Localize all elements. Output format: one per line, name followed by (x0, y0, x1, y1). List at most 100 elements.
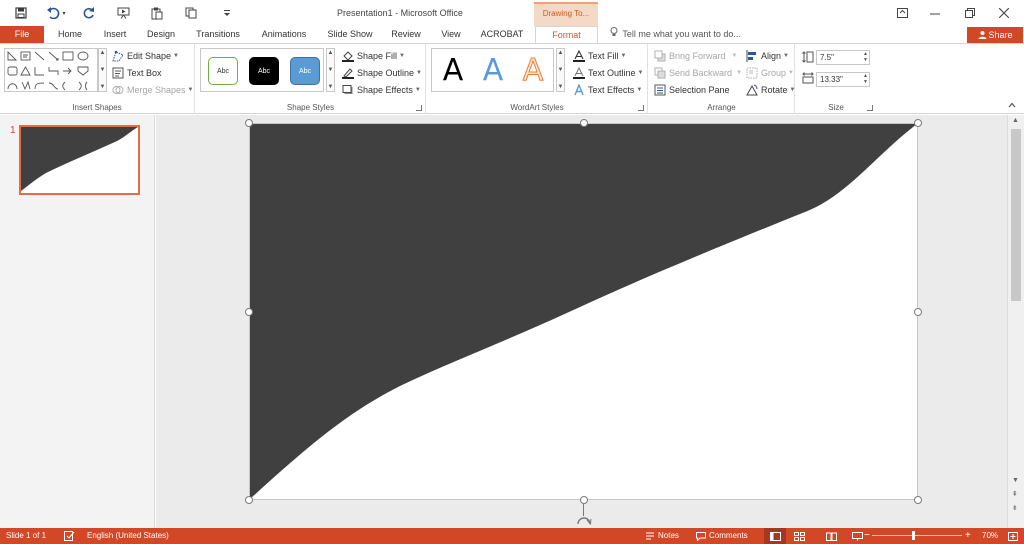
wordart-style-black[interactable]: A (436, 53, 470, 89)
shape-style-blue[interactable]: Abc (290, 57, 320, 85)
wordart-gallery-scroll[interactable]: ▲ ▼ ▼ (556, 48, 565, 92)
selection-handle-bottom-left[interactable] (245, 496, 253, 504)
tab-review[interactable]: Review (386, 26, 426, 43)
vertical-scrollbar[interactable]: ▲ ▼ ⇞ ⇟ (1007, 115, 1024, 528)
tab-file[interactable]: File (0, 26, 44, 43)
wordart-gallery[interactable]: A A A (431, 48, 554, 92)
customize-qat-icon[interactable] (218, 4, 236, 22)
text-outline-button[interactable]: Text Outline ▼ (572, 65, 643, 80)
slides-pane: 1 (0, 115, 155, 528)
zoom-slider[interactable] (872, 535, 962, 536)
send-backward-button[interactable]: Send Backward ▼ (653, 65, 742, 80)
width-spinner-icon[interactable]: ▲ ▼ (863, 73, 868, 85)
rotation-handle-icon[interactable] (576, 515, 592, 527)
edit-shape-icon (111, 49, 124, 62)
collapse-ribbon-icon[interactable] (1008, 102, 1016, 110)
freeform-shape-fill (250, 124, 917, 499)
tab-animations[interactable]: Animations (254, 26, 314, 43)
bring-forward-button[interactable]: Bring Forward ▼ (653, 48, 737, 63)
scroll-up-icon[interactable]: ▲ (1012, 117, 1019, 124)
fit-slide-icon[interactable] (1008, 528, 1018, 544)
shape-outline-button[interactable]: Shape Outline ▼ (341, 65, 422, 80)
save-icon[interactable] (12, 4, 30, 22)
zoom-in-icon[interactable]: + (965, 528, 971, 544)
selection-handle-left[interactable] (245, 308, 253, 316)
group-button[interactable]: Group ▼ (745, 65, 794, 80)
edit-shape-button[interactable]: Edit Shape ▼ (111, 48, 179, 63)
scroll-down-icon[interactable]: ▼ (1012, 477, 1019, 484)
slide-sorter-icon[interactable] (794, 528, 805, 544)
share-button[interactable]: Share (967, 27, 1023, 43)
notes-button[interactable]: Notes (644, 528, 679, 544)
group-label-size: Size (828, 103, 844, 112)
copy-icon[interactable] (182, 4, 200, 22)
text-fill-button[interactable]: Text Fill ▼ (572, 48, 626, 63)
redo-icon[interactable] (80, 4, 98, 22)
tab-home[interactable]: Home (52, 26, 88, 43)
tab-view[interactable]: View (434, 26, 468, 43)
height-spinner-icon[interactable]: ▲ ▼ (863, 51, 868, 63)
minimize-icon[interactable] (923, 3, 947, 23)
selection-handle-top-right[interactable] (914, 119, 922, 127)
merge-shapes-button[interactable]: Merge Shapes ▼ (111, 82, 194, 97)
shape-height-input[interactable]: 7.5" ▲ ▼ (816, 50, 870, 65)
text-effects-button[interactable]: Text Effects ▼ (572, 82, 642, 97)
shape-gallery-scroll[interactable]: ▲ ▼ ▼ (98, 48, 107, 92)
shape-width-input[interactable]: 13.33" ▲ ▼ (816, 72, 870, 87)
previous-slide-icon[interactable]: ⇞ (1012, 490, 1018, 498)
comments-button[interactable]: Comments (695, 528, 748, 544)
share-label: Share (988, 30, 1013, 40)
tab-insert[interactable]: Insert (96, 26, 134, 43)
selection-handle-right[interactable] (914, 308, 922, 316)
undo-dropdown-icon[interactable]: ▾ (60, 4, 68, 22)
size-launcher-icon[interactable] (867, 105, 873, 111)
text-box-button[interactable]: Text Box (111, 65, 162, 80)
paste-icon[interactable] (148, 4, 166, 22)
slide-show-view-icon[interactable] (852, 528, 863, 544)
shape-style-gallery-scroll[interactable]: ▲ ▼ ▼ (326, 48, 335, 92)
next-slide-icon[interactable]: ⇟ (1012, 504, 1018, 512)
restore-icon[interactable] (958, 3, 982, 23)
shape-styles-launcher-icon[interactable] (416, 105, 422, 111)
gallery-more-icon: ▼ (99, 84, 106, 90)
tell-me-box[interactable]: Tell me what you want to do... (610, 26, 741, 43)
language-indicator[interactable]: English (United States) (87, 528, 169, 544)
freeform-shape[interactable] (250, 124, 917, 499)
start-slideshow-icon[interactable] (114, 4, 132, 22)
wordart-style-orange-outline[interactable]: A (516, 53, 550, 89)
selection-handle-bottom[interactable] (580, 496, 588, 504)
slide-canvas[interactable] (249, 123, 918, 500)
wordart-style-blue[interactable]: A (476, 53, 510, 89)
selection-handle-top-left[interactable] (245, 119, 253, 127)
zoom-out-icon[interactable]: − (864, 528, 870, 544)
shape-style-gallery[interactable]: Abc Abc Abc (200, 48, 324, 92)
shape-gallery[interactable] (4, 48, 98, 92)
rotate-button[interactable]: Rotate ▼ (745, 82, 795, 97)
reading-view-icon[interactable] (826, 528, 837, 544)
normal-view-icon[interactable] (764, 528, 786, 544)
shape-style-outline-green[interactable]: Abc (208, 57, 238, 85)
pen-outline-icon (341, 66, 354, 79)
selection-handle-top[interactable] (580, 119, 588, 127)
align-button[interactable]: Align ▼ (745, 48, 789, 63)
shape-effects-button[interactable]: Shape Effects ▼ (341, 82, 421, 97)
tab-format[interactable]: Format (535, 26, 598, 43)
spelling-check-icon[interactable] (64, 528, 75, 544)
close-icon[interactable] (992, 3, 1016, 23)
tab-acrobat[interactable]: ACROBAT (476, 26, 528, 43)
tab-design[interactable]: Design (142, 26, 180, 43)
wordart-styles-launcher-icon[interactable] (638, 105, 644, 111)
selection-handle-bottom-right[interactable] (914, 496, 922, 504)
group-shape-styles: Abc Abc Abc ▲ ▼ ▼ Shape Fill ▼ Shape Outl… (196, 44, 426, 114)
ribbon-display-options-icon[interactable] (890, 3, 914, 23)
tab-transitions[interactable]: Transitions (188, 26, 248, 43)
shape-style-black[interactable]: Abc (249, 57, 279, 85)
zoom-slider-thumb[interactable] (911, 531, 915, 540)
ribbon-tabs: File Home Insert Design Transitions Anim… (0, 26, 1024, 43)
tab-slide-show[interactable]: Slide Show (322, 26, 378, 43)
zoom-level[interactable]: 70% (982, 528, 998, 544)
selection-pane-button[interactable]: Selection Pane (653, 82, 730, 97)
shape-fill-button[interactable]: Shape Fill ▼ (341, 48, 405, 63)
slide-thumbnail[interactable] (19, 125, 140, 195)
scroll-thumb[interactable] (1011, 129, 1021, 301)
